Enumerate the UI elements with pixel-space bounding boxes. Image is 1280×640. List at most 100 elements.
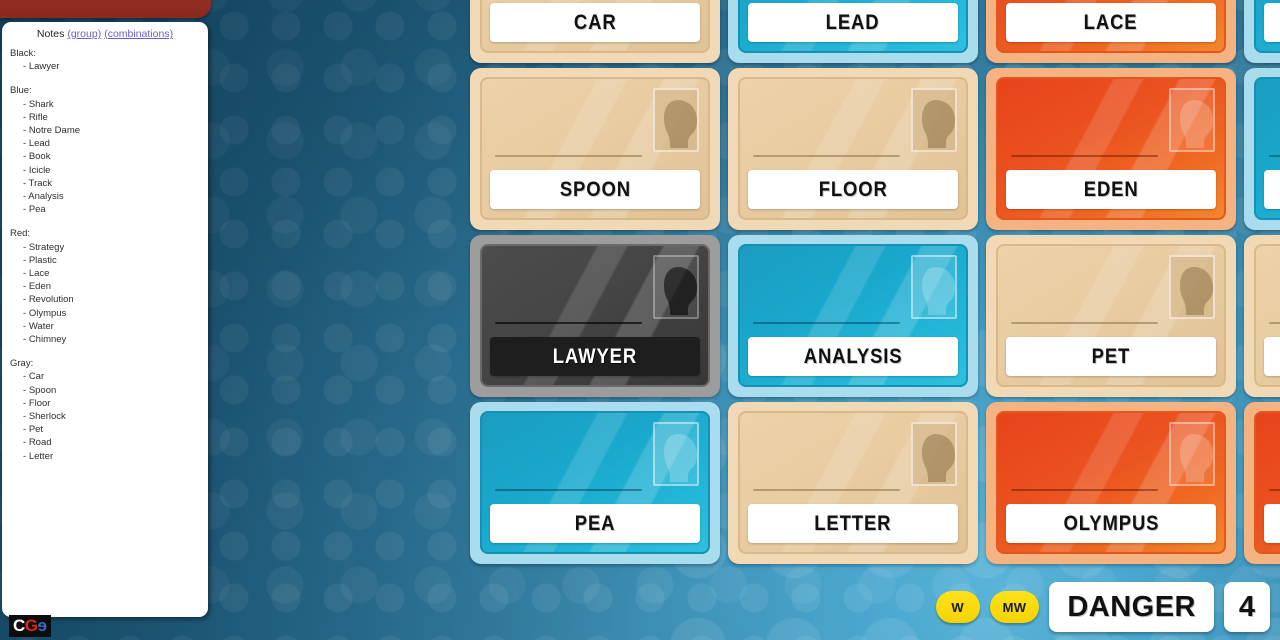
board-card[interactable]: ANALYSIS	[728, 235, 978, 397]
card-rule	[1269, 155, 1280, 157]
board-card[interactable]: CAR	[470, 0, 720, 63]
board-card[interactable]: PEA	[470, 402, 720, 564]
card-face	[1254, 244, 1280, 387]
card-name-bar: PET	[1006, 337, 1216, 376]
multi-word-button[interactable]: MW	[989, 591, 1040, 623]
notes-item: - Eden	[23, 281, 51, 293]
card-face	[1254, 77, 1280, 220]
card-face: PEA	[480, 411, 710, 554]
group-link[interactable]: (group)	[67, 28, 101, 40]
top-red-panel	[0, 0, 211, 18]
notes-item: - Pet	[23, 424, 44, 436]
card-name-bar: LETTER	[748, 504, 958, 543]
notes-item-label: Strategy	[28, 241, 65, 253]
board-card[interactable]: LAWYER	[470, 235, 720, 397]
card-face: ANALYSIS	[738, 244, 968, 387]
notes-item: - Lace	[23, 268, 50, 280]
notes-item-label: Pet	[28, 424, 44, 436]
head-silhouette-icon	[1169, 255, 1215, 319]
notes-item-label: Sherlock	[28, 411, 66, 423]
clue-word-box[interactable]: DANGER	[1049, 582, 1214, 632]
notes-item: - Shark	[23, 98, 54, 110]
notes-item: - Car	[23, 371, 45, 383]
notes-group-title: Gray:	[10, 358, 34, 370]
card-word: SPOON	[559, 177, 631, 201]
card-face	[1254, 0, 1280, 53]
word-button[interactable]: W	[935, 591, 980, 623]
clue-count: 4	[1238, 590, 1256, 623]
board-card[interactable]	[1244, 402, 1280, 564]
card-word: PET	[1091, 344, 1131, 368]
card-word: EDEN	[1083, 177, 1139, 201]
notes-group-title: Red:	[10, 228, 31, 240]
card-word: LAWYER	[552, 344, 638, 368]
card-word: FLOOR	[818, 177, 888, 201]
card-name-bar: FLOOR	[748, 170, 958, 209]
head-silhouette-icon	[653, 88, 699, 152]
cge-logo-c: C	[13, 616, 25, 635]
notes-item-label: Notre Dame	[28, 125, 81, 137]
card-rule	[753, 322, 900, 324]
card-name-bar: PEA	[490, 504, 700, 543]
card-word: ANALYSIS	[803, 344, 903, 368]
board-card[interactable]: OLYMPUS	[986, 402, 1236, 564]
combinations-link[interactable]: (combinations)	[104, 28, 173, 40]
card-name-bar	[1264, 337, 1280, 376]
card-word: LACE	[1084, 10, 1138, 34]
board-card[interactable]: PET	[986, 235, 1236, 397]
notes-item: - Olympus	[23, 307, 67, 319]
notes-item: - Spoon	[23, 384, 57, 396]
notes-group-title: Black:	[10, 48, 36, 59]
notes-item-label: Analysis	[28, 191, 64, 203]
notes-item-label: Spoon	[28, 384, 57, 396]
notes-group-red: Red: - Strategy - Plastic - Lace - Eden …	[10, 227, 208, 346]
notes-item-label: Floor	[28, 397, 51, 409]
notes-item: - Revolution	[23, 294, 74, 306]
head-silhouette-icon	[1169, 88, 1215, 152]
card-name-bar: LEAD	[748, 3, 958, 42]
card-name-bar: SPOON	[490, 170, 700, 209]
notes-item: - Chimney	[23, 334, 67, 346]
notes-item: - Track	[23, 177, 53, 189]
notes-group-title: Blue:	[10, 85, 32, 97]
notes-item: - Analysis	[23, 191, 64, 203]
cge-logo: CGe	[9, 615, 52, 637]
notes-item-label: Pea	[28, 204, 46, 216]
board-card[interactable]	[1244, 68, 1280, 230]
notes-group-gray: Gray: - Car - Spoon - Floor - Sherlock -…	[10, 357, 208, 463]
notes-item-label: Road	[28, 437, 52, 449]
notes-group-black: Black: - Lawyer	[10, 47, 208, 73]
notes-item-label: Track	[28, 177, 53, 189]
notes-item: - Sherlock	[23, 411, 66, 423]
notes-group-blue: Blue: - Shark - Rifle - Notre Dame - Lea…	[10, 84, 208, 216]
notes-item-label: Eden	[28, 281, 51, 293]
board-card[interactable]: EDEN	[986, 68, 1236, 230]
board-card[interactable]	[1244, 235, 1280, 397]
cge-logo-e: e	[37, 616, 47, 635]
card-name-bar: LAWYER	[490, 337, 700, 376]
board-card[interactable]: SPOON	[470, 68, 720, 230]
board-card[interactable]: FLOOR	[728, 68, 978, 230]
notes-item-label: Letter	[28, 450, 54, 462]
card-rule	[1011, 155, 1158, 157]
board-card[interactable]: LACE	[986, 0, 1236, 63]
card-face: OLYMPUS	[996, 411, 1226, 554]
clue-count-box[interactable]: 4	[1224, 582, 1270, 632]
card-face	[1254, 411, 1280, 554]
notes-item-label: Lawyer	[28, 61, 60, 73]
card-name-bar: LACE	[1006, 3, 1216, 42]
codenames-board: CAR LEAD LACE SPOON FLOOR EDEN LAWYER AN…	[470, 0, 1280, 640]
board-card[interactable]: LEAD	[728, 0, 978, 63]
notes-item: - Water	[23, 320, 54, 332]
board-card[interactable]	[1244, 0, 1280, 63]
card-word: LETTER	[814, 511, 892, 535]
notes-item: - Floor	[23, 397, 51, 409]
card-rule	[1269, 489, 1280, 491]
card-face: EDEN	[996, 77, 1226, 220]
notes-panel: Notes (group) (combinations) Black: - Lawy…	[2, 22, 208, 617]
notes-item: - Letter	[23, 450, 54, 462]
card-word: CAR	[573, 10, 617, 34]
board-card[interactable]: LETTER	[728, 402, 978, 564]
card-word: PEA	[574, 511, 616, 535]
clue-word: DANGER	[1067, 590, 1196, 623]
